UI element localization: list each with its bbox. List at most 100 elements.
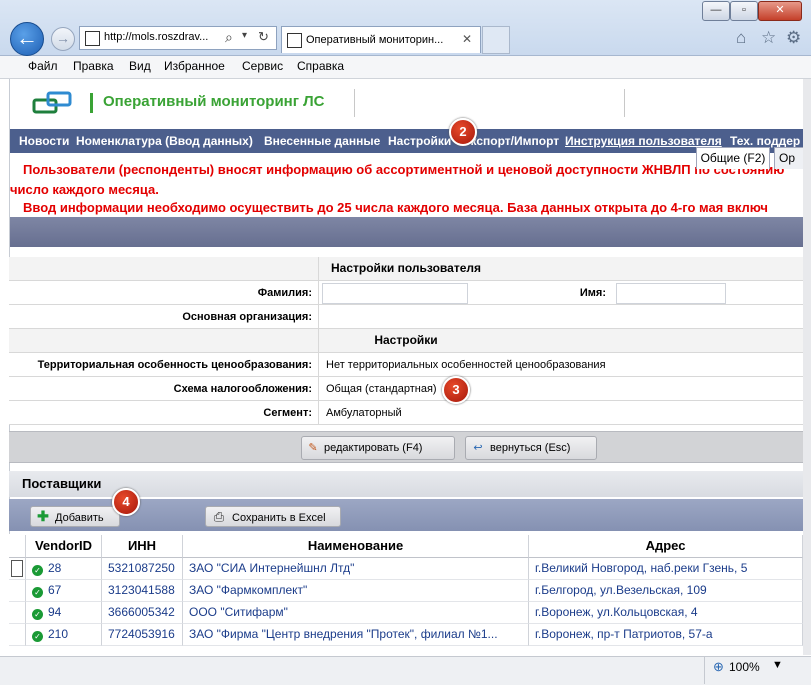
menu-file[interactable]: Файл xyxy=(28,59,58,73)
add-supplier-button[interactable]: ✚ Добавить xyxy=(30,506,120,527)
annotation-badge-2: 2 xyxy=(449,118,477,146)
org-label: Основная организация: xyxy=(182,311,312,323)
close-tab-icon[interactable]: ✕ xyxy=(462,32,472,46)
grid-selector-header xyxy=(9,535,26,558)
tax-label: Схема налогообложения: xyxy=(173,383,312,395)
territorial-value: Нет территориальных особенностей ценообр… xyxy=(326,359,606,371)
settings-section-header: Настройки xyxy=(9,329,803,353)
active-check-icon: ✓ xyxy=(32,609,43,620)
save-excel-label: Сохранить в Excel xyxy=(232,512,326,524)
nav-user-guide[interactable]: Инструкция пользователя xyxy=(565,134,722,148)
cell-inn[interactable]: 5321087250 xyxy=(102,558,183,580)
user-settings-header: Настройки пользователя xyxy=(9,257,803,281)
menu-bar xyxy=(0,56,811,79)
cell-name[interactable]: ЗАО "СИА Интернейшнл Лтд" xyxy=(183,558,529,580)
cell-address[interactable]: г.Белгород, ул.Везельская, 109 xyxy=(529,580,803,602)
cell-vendorid[interactable]: ✓ 67 xyxy=(26,580,102,602)
zoom-icon[interactable]: ⊕ xyxy=(713,659,724,675)
segment-label: Сегмент: xyxy=(263,407,312,419)
cell-inn[interactable]: 3123041588 xyxy=(102,580,183,602)
dropdown-arrow-icon[interactable]: ▾ xyxy=(242,30,247,41)
forward-button[interactable]: → xyxy=(51,27,75,51)
zoom-dropdown-icon[interactable]: ▼ xyxy=(772,659,783,671)
zoom-level[interactable]: 100% xyxy=(729,660,760,674)
col-address[interactable]: Адрес xyxy=(529,535,803,558)
edit-button[interactable]: ✎ редактировать (F4) xyxy=(301,436,455,460)
tab-title: Оперативный мониторин... xyxy=(306,34,444,46)
cell-vendorid[interactable]: ✓ 94 xyxy=(26,602,102,624)
surname-field[interactable] xyxy=(322,283,468,304)
maximize-button[interactable]: ▫ xyxy=(730,1,758,21)
form-column-divider xyxy=(318,257,319,425)
plus-icon: ✚ xyxy=(37,508,49,524)
save-excel-button[interactable]: ⎙ Сохранить в Excel xyxy=(205,506,341,527)
address-bar[interactable]: http://mols.roszdrav... ⌕ ▾ ↻ xyxy=(79,26,277,50)
vendorid-text: 94 xyxy=(48,605,62,619)
site-title: Оперативный мониторинг ЛС xyxy=(103,93,325,110)
cell-name[interactable]: ООО "Ситифарм" xyxy=(183,602,529,624)
add-button-label: Добавить xyxy=(55,512,104,524)
search-icon[interactable]: ⌕ xyxy=(225,29,233,46)
cell-address[interactable]: г.Воронеж, ул.Кольцовская, 4 xyxy=(529,602,803,624)
back-esc-button-label: вернуться (Esc) xyxy=(490,442,571,454)
row-selector[interactable] xyxy=(9,558,26,580)
favorites-star-icon[interactable]: ☆ xyxy=(761,28,776,48)
menu-view[interactable]: Вид xyxy=(129,59,151,73)
site-favicon-icon xyxy=(85,31,100,46)
logo-divider xyxy=(90,93,93,113)
row-selector[interactable] xyxy=(9,602,26,624)
nav-news[interactable]: Новости xyxy=(19,134,69,148)
vendorid-text: 28 xyxy=(48,561,62,575)
segment-value: Амбулаторный xyxy=(326,407,402,419)
printer-icon: ⎙ xyxy=(213,509,225,524)
cell-vendorid[interactable]: ✓ 210 xyxy=(26,624,102,646)
vendorid-text: 67 xyxy=(48,583,62,597)
header-separator xyxy=(354,89,355,117)
nav-export-import[interactable]: Экспорт/Импорт xyxy=(462,134,559,148)
notice-line-3: Ввод информации необходимо осуществить д… xyxy=(23,200,768,215)
col-inn[interactable]: ИНН xyxy=(102,535,183,558)
active-check-icon: ✓ xyxy=(32,587,43,598)
menu-tools[interactable]: Сервис xyxy=(242,59,283,73)
edit-button-label: редактировать (F4) xyxy=(324,442,423,454)
menu-help[interactable]: Справка xyxy=(297,59,344,73)
menu-edit[interactable]: Правка xyxy=(73,59,114,73)
tab-favicon-icon xyxy=(287,33,302,48)
active-check-icon: ✓ xyxy=(32,565,43,576)
col-name[interactable]: Наименование xyxy=(183,535,529,558)
name-field[interactable] xyxy=(616,283,726,304)
pencil-icon: ✎ xyxy=(308,442,318,454)
cell-inn[interactable]: 3666005342 xyxy=(102,602,183,624)
return-arrow-icon: ↩ xyxy=(473,442,483,454)
nav-tech-support[interactable]: Тех. поддер xyxy=(730,134,800,148)
notice-line-2: число каждого месяца. xyxy=(10,182,159,197)
row-selector[interactable] xyxy=(9,580,26,602)
minimize-button[interactable]: — xyxy=(702,1,730,21)
cell-vendorid[interactable]: ✓ 28 xyxy=(26,558,102,580)
col-vendorid[interactable]: VendorID xyxy=(26,535,102,558)
back-esc-button[interactable]: ↩ вернуться (Esc) xyxy=(465,436,597,460)
nav-entered-data[interactable]: Внесенные данные xyxy=(264,134,380,148)
cell-inn[interactable]: 7724053916 xyxy=(102,624,183,646)
cell-address[interactable]: г.Воронеж, пр-т Патриотов, 57-а xyxy=(529,624,803,646)
back-button[interactable]: ← xyxy=(10,22,44,56)
cell-address[interactable]: г.Великий Новгород, наб.реки Гзень, 5 xyxy=(529,558,803,580)
site-logo-icon xyxy=(32,91,72,114)
status-divider xyxy=(704,656,705,684)
nav-nomenclature[interactable]: Номенклатура (Ввод данных) xyxy=(76,134,253,148)
refresh-icon[interactable]: ↻ xyxy=(258,29,269,45)
close-window-button[interactable]: ✕ xyxy=(758,1,802,21)
cell-name[interactable]: ЗАО "Фирма "Центр внедрения "Протек", фи… xyxy=(183,624,529,646)
annotation-badge-4: 4 xyxy=(112,488,140,516)
row-selector[interactable] xyxy=(9,624,26,646)
settings-gear-icon[interactable]: ⚙ xyxy=(786,28,801,48)
home-icon[interactable]: ⌂ xyxy=(736,28,746,48)
browser-tab-active[interactable]: Оперативный мониторин... ✕ xyxy=(281,26,481,53)
form-tabs-strip xyxy=(10,217,804,247)
new-tab-button[interactable] xyxy=(482,26,510,54)
menu-favorites[interactable]: Избранное xyxy=(164,59,225,73)
nav-settings[interactable]: Настройки xyxy=(388,134,451,148)
vertical-scrollbar[interactable] xyxy=(803,79,811,655)
tab-general[interactable]: Общие (F2) xyxy=(696,147,770,169)
cell-name[interactable]: ЗАО "Фармкомплект" xyxy=(183,580,529,602)
